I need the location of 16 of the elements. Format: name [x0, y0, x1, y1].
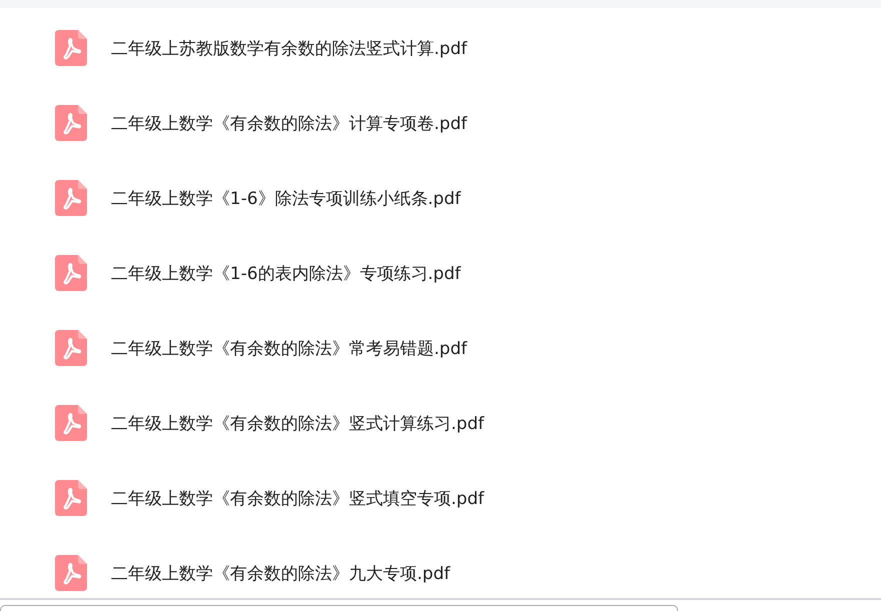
file-name[interactable]: 二年级上数学《1-6的表内除法》专项练习.pdf — [111, 262, 461, 284]
pdf-file-icon — [55, 105, 87, 141]
file-name[interactable]: 二年级上数学《有余数的除法》计算专项卷.pdf — [111, 112, 467, 134]
file-name[interactable]: 二年级上数学《1-6》除法专项训练小纸条.pdf — [111, 186, 461, 210]
file-name[interactable]: 二年级上数学《有余数的除法》常考易错题.pdf — [111, 336, 467, 360]
file-name[interactable]: 二年级上数学《有余数的除法》九大专项.pdf — [111, 562, 450, 584]
pdf-file-icon — [55, 480, 87, 516]
file-name[interactable]: 二年级上苏教版数学有余数的除法竖式计算.pdf — [111, 36, 467, 60]
pdf-file-icon — [55, 555, 87, 591]
pdf-file-icon — [55, 180, 87, 216]
pdf-file-icon — [55, 30, 87, 66]
file-name[interactable]: 二年级上数学《有余数的除法》竖式计算练习.pdf — [111, 412, 484, 434]
pdf-file-icon — [55, 330, 87, 366]
file-name[interactable]: 二年级上数学《有余数的除法》竖式填空专项.pdf — [111, 486, 484, 510]
pdf-file-icon — [55, 405, 87, 441]
pdf-file-icon — [55, 255, 87, 291]
